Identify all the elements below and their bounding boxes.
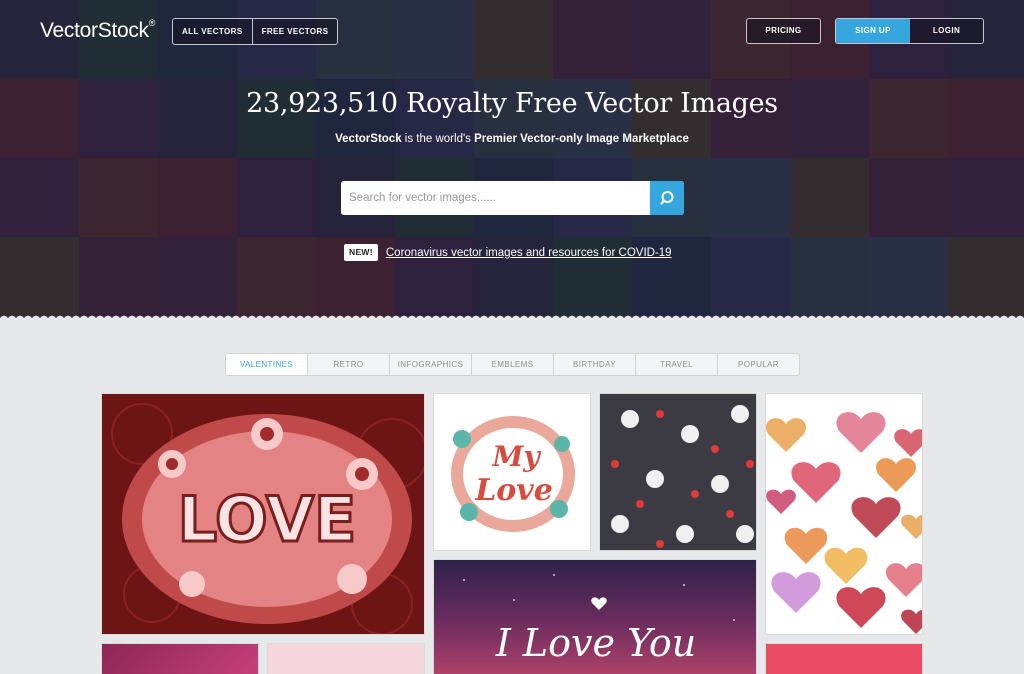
watercolor-hearts-art	[766, 394, 922, 634]
subtitle-strong: Premier Vector-only Image Marketplace	[474, 133, 689, 145]
my-love-art: My Love	[434, 394, 590, 550]
search-icon	[660, 191, 674, 205]
image-pink-geometric[interactable]	[101, 643, 259, 674]
vector-type-switch: ALL VECTORS FREE VECTORS	[172, 18, 339, 45]
my-word: My	[491, 440, 541, 473]
tab-emblems[interactable]: EMBLEMS	[471, 354, 553, 375]
login-button[interactable]: LOGIN	[910, 19, 983, 43]
tab-travel[interactable]: TRAVEL	[635, 354, 717, 375]
image-love-doodle[interactable]: LOVE	[101, 393, 425, 635]
cupid-pattern-art	[600, 394, 756, 550]
tab-valentines[interactable]: VALENTINES	[226, 354, 307, 375]
tab-birthday[interactable]: BIRTHDAY	[553, 354, 635, 375]
page-title: 23,923,510 Royalty Free Vector Images	[246, 88, 778, 119]
i-love-you-text: I Love You	[495, 621, 696, 665]
news-banner: NEW! Coronavirus vector images and resou…	[344, 244, 672, 261]
category-tabs: VALENTINES RETRO INFOGRAPHICS EMBLEMS BI…	[225, 353, 800, 376]
hero-scallop-edge	[0, 312, 1024, 320]
love-script-word: Love	[474, 473, 553, 508]
hero-subtitle: VectorStock is the world's Premier Vecto…	[0, 133, 1024, 145]
tab-popular[interactable]: POPULAR	[717, 354, 799, 375]
image-pink-floral[interactable]	[267, 643, 425, 674]
new-badge: NEW!	[344, 244, 378, 261]
tab-infographics[interactable]: INFOGRAPHICS	[389, 354, 471, 375]
all-vectors-button[interactable]: ALL VECTORS	[173, 19, 252, 44]
auth-buttons: SIGN UP LOGIN	[835, 18, 984, 44]
image-watercolor-hearts[interactable]	[765, 393, 923, 635]
subtitle-brand: VectorStock	[335, 133, 402, 145]
image-i-love-you[interactable]: I Love You	[433, 559, 757, 674]
love-word: LOVE	[178, 483, 357, 556]
i-love-you-art: I Love You	[434, 560, 756, 674]
search-input[interactable]	[341, 181, 650, 215]
logo-registered-mark: ®	[148, 18, 156, 28]
image-my-love-lettering[interactable]: My Love	[433, 393, 591, 551]
logo-text: VectorStock	[40, 19, 149, 42]
search-bar	[341, 181, 684, 215]
sign-up-button[interactable]: SIGN UP	[836, 19, 910, 43]
free-vectors-button[interactable]: FREE VECTORS	[251, 19, 338, 44]
pricing-button[interactable]: PRICING	[746, 18, 821, 44]
hero-banner	[0, 0, 1024, 318]
image-pink-card[interactable]	[765, 643, 923, 674]
subtitle-mid: is the world's	[401, 133, 475, 145]
logo[interactable]: VectorStock®	[40, 18, 156, 43]
image-cupid-pattern[interactable]	[599, 393, 757, 551]
tab-retro[interactable]: RETRO	[307, 354, 389, 375]
hero-overlay	[0, 0, 1024, 318]
search-button[interactable]	[650, 181, 684, 215]
covid-resources-link[interactable]: Coronavirus vector images and resources …	[386, 247, 672, 259]
love-doodle-art: LOVE	[102, 394, 424, 634]
